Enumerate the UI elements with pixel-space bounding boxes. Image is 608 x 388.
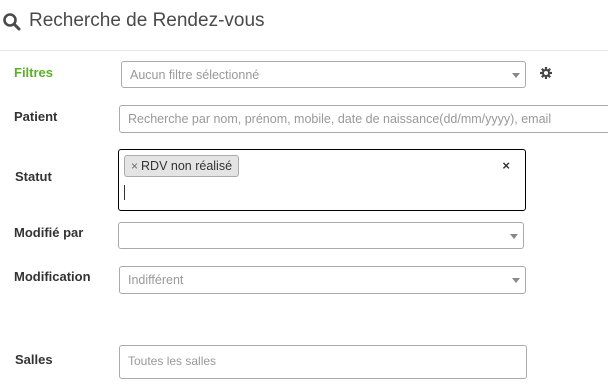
status-multiselect[interactable]: × RDV non réalisé ×	[118, 149, 526, 211]
filters-select-value: Aucun filtre sélectionné	[130, 68, 260, 82]
tag-remove-icon[interactable]: ×	[131, 159, 138, 173]
text-cursor	[124, 185, 125, 200]
modification-value: Indifférent	[128, 273, 184, 287]
rooms-select[interactable]: Toutes les salles	[119, 345, 527, 379]
rooms-label: Salles	[15, 352, 53, 367]
clear-icon[interactable]: ×	[502, 158, 510, 173]
modified-by-label: Modifié par	[14, 225, 84, 240]
filters-select[interactable]: Aucun filtre sélectionné	[121, 61, 526, 88]
gear-icon[interactable]	[539, 66, 553, 80]
page-header: Recherche de Rendez-vous	[0, 0, 608, 51]
rooms-placeholder: Toutes les salles	[128, 354, 217, 368]
patient-search-placeholder: Recherche par nom, prénom, mobile, date …	[128, 112, 552, 126]
modification-select[interactable]: Indifférent	[119, 266, 526, 294]
chevron-down-icon	[510, 234, 518, 239]
patient-search-input[interactable]: Recherche par nom, prénom, mobile, date …	[119, 105, 608, 133]
filters-label: Filtres	[14, 65, 54, 80]
appointment-search-page: Recherche de Rendez-vous Filtres Aucun f…	[0, 0, 608, 388]
chevron-down-icon	[512, 278, 520, 283]
modification-label: Modification	[14, 269, 91, 284]
page-title: Recherche de Rendez-vous	[29, 10, 265, 31]
status-tag-label: RDV non réalisé	[141, 159, 233, 173]
modified-by-select[interactable]	[118, 222, 524, 249]
status-tag: × RDV non réalisé	[124, 155, 240, 177]
status-label: Statut	[15, 169, 52, 184]
search-icon	[3, 13, 21, 31]
patient-label: Patient	[14, 109, 58, 124]
chevron-down-icon	[512, 73, 520, 78]
